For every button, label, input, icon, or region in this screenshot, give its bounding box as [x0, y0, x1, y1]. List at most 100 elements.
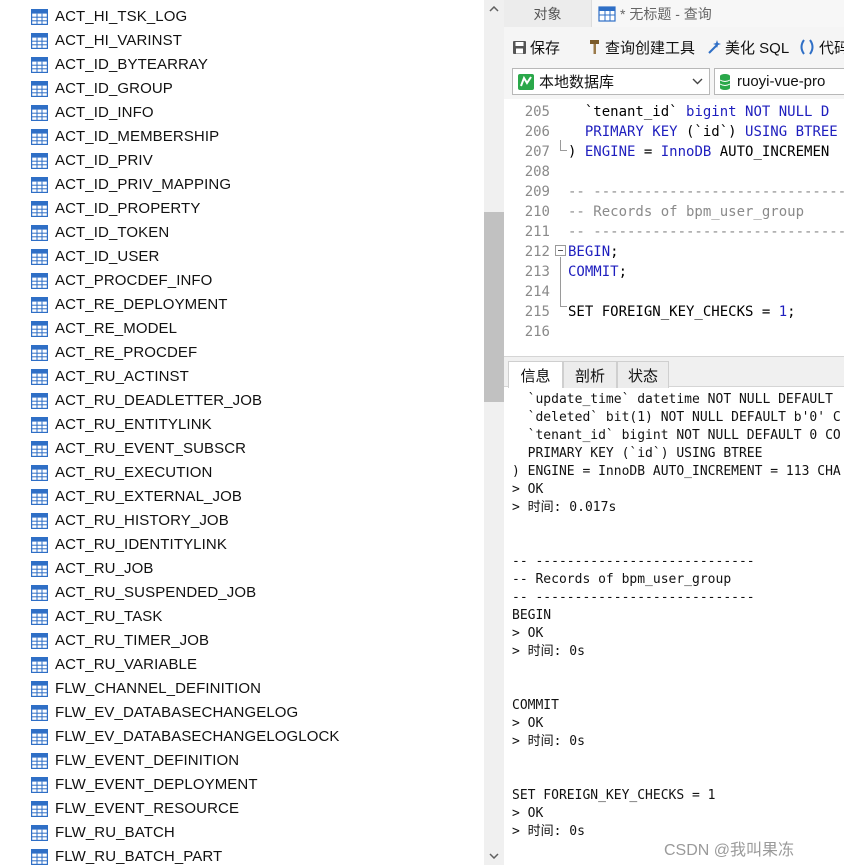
table-list-scrollbar[interactable] — [484, 0, 504, 865]
scroll-up-arrow-icon[interactable] — [484, 0, 504, 18]
window-tabbar: 对象 * 无标题 - 查询 — [504, 0, 844, 27]
code-line: 209 -- ------------------------------ — [504, 182, 844, 202]
table-list-item[interactable]: ACT_RU_JOB — [0, 557, 484, 581]
table-list-item[interactable]: ACT_RU_SUSPENDED_JOB — [0, 581, 484, 605]
table-list-item[interactable]: ACT_ID_GROUP — [0, 77, 484, 101]
table-list-item[interactable]: ACT_RE_DEPLOYMENT — [0, 293, 484, 317]
query-pane: 对象 * 无标题 - 查询 保存 查询创建工具 美化 SQL 代码 本地数据库 … — [504, 0, 844, 865]
table-list-item[interactable]: FLW_RU_BATCH_PART — [0, 845, 484, 865]
table-name: ACT_PROCDEF_INFO — [55, 272, 213, 289]
code-line: 213 COMMIT; — [504, 262, 844, 282]
message-line: -- Records of bpm_user_group — [512, 572, 732, 587]
table-list-item[interactable]: ACT_ID_TOKEN — [0, 221, 484, 245]
table-icon — [31, 153, 48, 169]
sql-editor[interactable]: 205 `tenant_id` bigint NOT NULL D 206 PRI… — [504, 100, 844, 356]
code-token: ; — [618, 264, 628, 280]
table-list-item[interactable]: ACT_HI_VARINST — [0, 29, 484, 53]
line-number: 209 — [524, 184, 550, 200]
table-list-item[interactable]: ACT_RE_MODEL — [0, 317, 484, 341]
table-list-item[interactable]: ACT_RU_TASK — [0, 605, 484, 629]
code-token: = — [635, 144, 661, 160]
result-tab-info[interactable]: 信息 — [508, 361, 563, 389]
table-icon — [31, 57, 48, 73]
message-line: > 时间: 0s — [512, 644, 585, 659]
table-name: ACT_ID_INFO — [55, 104, 154, 121]
result-tabs: 信息 剖析 状态 — [504, 356, 844, 389]
beautify-sql-label: 美化 SQL — [725, 39, 790, 57]
code-line: 206 PRIMARY KEY (`id`) USING BTREE — [504, 122, 844, 142]
code-text: SET FOREIGN_KEY_CHECKS = 1; — [568, 302, 796, 322]
code-line: 207) ENGINE = InnoDB AUTO_INCREMEN — [504, 142, 844, 162]
table-list-item[interactable]: ACT_RU_TIMER_JOB — [0, 629, 484, 653]
code-line: 208 — [504, 162, 844, 182]
tab-objects[interactable]: 对象 — [504, 0, 592, 27]
result-tab-status[interactable]: 状态 — [617, 361, 669, 388]
table-list-item[interactable]: ACT_ID_PROPERTY — [0, 197, 484, 221]
table-list-item[interactable]: ACT_ID_USER — [0, 245, 484, 269]
fold-toggle-icon[interactable] — [555, 245, 566, 256]
fold-guide-end — [560, 306, 567, 307]
code-line: 216 — [504, 322, 844, 342]
tab-query[interactable]: * 无标题 - 查询 — [592, 0, 844, 27]
connection-select[interactable]: 本地数据库 — [512, 68, 710, 95]
table-list-item[interactable]: ACT_RU_HISTORY_JOB — [0, 509, 484, 533]
table-name: ACT_RE_PROCDEF — [55, 344, 198, 361]
table-name: ACT_RU_TIMER_JOB — [55, 632, 210, 649]
table-list-item[interactable]: FLW_EVENT_DEPLOYMENT — [0, 773, 484, 797]
code-text: -- ------------------------------ — [568, 182, 844, 202]
code-token: 1 — [778, 304, 788, 320]
table-name: ACT_RU_IDENTITYLINK — [55, 536, 227, 553]
beautify-sql-button[interactable]: 美化 SQL — [706, 37, 789, 57]
table-list-item[interactable]: ACT_RU_ACTINST — [0, 365, 484, 389]
table-list-item[interactable]: ACT_HI_TSK_LOG — [0, 5, 484, 29]
line-number: 216 — [524, 324, 550, 340]
table-list-item[interactable]: ACT_ID_BYTEARRAY — [0, 53, 484, 77]
table-list-item[interactable]: FLW_EV_DATABASECHANGELOGLOCK — [0, 725, 484, 749]
code-snippet-button[interactable]: 代码 — [798, 37, 844, 57]
table-list-item[interactable]: ACT_RU_EXTERNAL_JOB — [0, 485, 484, 509]
code-text: `tenant_id` bigint NOT NULL D — [568, 102, 829, 122]
table-list-item[interactable]: ACT_RU_DEADLETTER_JOB — [0, 389, 484, 413]
message-line: > OK — [512, 806, 544, 821]
table-list-item[interactable]: ACT_RU_VARIABLE — [0, 653, 484, 677]
message-line: > 时间: 0s — [512, 734, 585, 749]
table-list-item[interactable]: ACT_ID_PRIV — [0, 149, 484, 173]
table-list-item[interactable]: FLW_RU_BATCH — [0, 821, 484, 845]
query-builder-label: 查询创建工具 — [605, 39, 696, 57]
table-list-item[interactable]: ACT_RU_EXECUTION — [0, 461, 484, 485]
table-name: ACT_RU_ACTINST — [55, 368, 189, 385]
table-list-pane: ACT_HI_TSK_LOG ACT_HI_VARINST ACT_ID_BYTEA… — [0, 0, 484, 865]
table-name: ACT_RU_TASK — [55, 608, 163, 625]
save-button[interactable]: 保存 — [512, 37, 560, 57]
table-name: ACT_RU_EVENT_SUBSCR — [55, 440, 247, 457]
table-list-item[interactable]: FLW_CHANNEL_DEFINITION — [0, 677, 484, 701]
table-list-item[interactable]: ACT_ID_MEMBERSHIP — [0, 125, 484, 149]
code-token: `tenant_id` — [568, 104, 687, 120]
scroll-down-arrow-icon[interactable] — [484, 847, 504, 865]
table-name: FLW_EVENT_DEPLOYMENT — [55, 776, 258, 793]
code-token: -- Records of bpm_user_group — [568, 204, 805, 220]
table-list-item[interactable]: FLW_EV_DATABASECHANGELOG — [0, 701, 484, 725]
table-list-item[interactable]: FLW_EVENT_RESOURCE — [0, 797, 484, 821]
code-line: 214 — [504, 282, 844, 302]
database-select[interactable]: ruoyi-vue-pro — [714, 68, 844, 95]
table-list-item[interactable]: ACT_RU_ENTITYLINK — [0, 413, 484, 437]
table-list-item[interactable]: ACT_RE_PROCDEF — [0, 341, 484, 365]
table-icon — [31, 33, 48, 49]
connection-selectors: 本地数据库 ruoyi-vue-pro — [504, 67, 844, 99]
scrollbar-thumb[interactable] — [484, 212, 504, 402]
table-list-item[interactable]: FLW_EVENT_DEFINITION — [0, 749, 484, 773]
query-builder-button[interactable]: 查询创建工具 — [588, 37, 695, 57]
result-tab-profile[interactable]: 剖析 — [563, 361, 617, 388]
line-number: 208 — [524, 164, 550, 180]
code-text: COMMIT; — [568, 262, 627, 282]
table-list-item[interactable]: ACT_PROCDEF_INFO — [0, 269, 484, 293]
table-list-item[interactable]: ACT_ID_INFO — [0, 101, 484, 125]
code-token: ) — [568, 144, 585, 160]
table-name: FLW_EV_DATABASECHANGELOGLOCK — [55, 728, 340, 745]
code-text: ) ENGINE = InnoDB AUTO_INCREMEN — [568, 142, 829, 162]
table-list-item[interactable]: ACT_ID_PRIV_MAPPING — [0, 173, 484, 197]
table-list-item[interactable]: ACT_RU_IDENTITYLINK — [0, 533, 484, 557]
fold-guide-end — [560, 150, 567, 151]
table-list-item[interactable]: ACT_RU_EVENT_SUBSCR — [0, 437, 484, 461]
